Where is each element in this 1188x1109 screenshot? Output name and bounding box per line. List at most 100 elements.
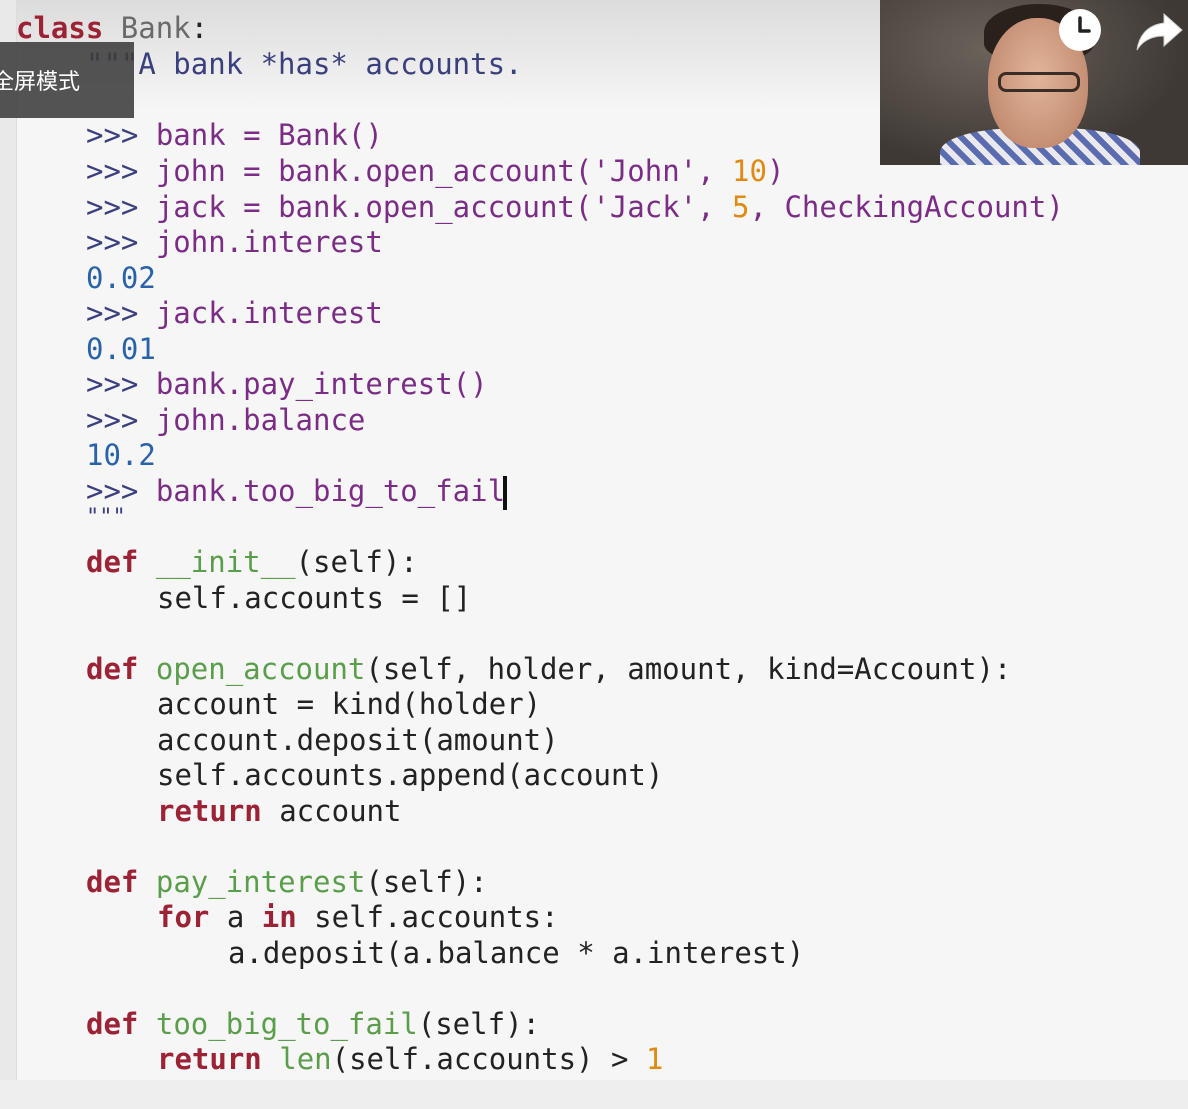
keyword-def: def	[86, 545, 139, 579]
parens: ()	[347, 118, 383, 152]
string: 'John'	[592, 154, 698, 188]
output: 0.01	[86, 332, 156, 366]
code-line-output-3: 10.2	[86, 437, 156, 473]
code-line-doctest-8[interactable]: >>> bank.too_big_to_fail	[86, 473, 508, 510]
function-name: too_big_to_fail	[155, 1007, 418, 1041]
code-line-def-too-big: def too_big_to_fail(self):	[86, 1006, 540, 1042]
code-line-docstring: """A bank *has* accounts.	[86, 46, 523, 82]
text-cursor	[503, 476, 508, 510]
keyword-return: return	[157, 794, 262, 828]
expr: (self.accounts) >	[331, 1042, 646, 1076]
code-line-open-account-1: account = kind(holder)	[157, 686, 541, 722]
code-line-docstring-end: """	[86, 500, 126, 536]
var: john	[155, 154, 226, 188]
prompt: >>>	[86, 225, 156, 259]
expr: john.balance	[155, 403, 366, 437]
call: bank.open_account(	[278, 154, 593, 188]
prompt: >>>	[86, 296, 156, 330]
op: =	[225, 154, 279, 188]
statement: account = kind(holder)	[157, 687, 542, 721]
iterable: self.accounts:	[296, 900, 559, 934]
expr: john.interest	[155, 225, 383, 259]
code-line-def-init: def __init__(self):	[86, 544, 418, 580]
code-line-class: class Bank:	[16, 10, 208, 46]
editor-gutter	[0, 0, 17, 1080]
var: jack	[155, 190, 226, 224]
string: 'Jack'	[592, 190, 698, 224]
output: 10.2	[86, 438, 156, 472]
prompt: >>>	[86, 154, 156, 188]
params: (self, holder, amount, kind=Account):	[365, 652, 1012, 686]
keyword-in: in	[261, 900, 297, 934]
code-line-doctest-5: >>> jack.interest	[86, 295, 383, 331]
params: (self):	[365, 865, 488, 899]
code-line-output-1: 0.02	[86, 260, 156, 296]
code-line-doctest-7: >>> john.balance	[86, 402, 365, 438]
prompt: >>>	[86, 190, 156, 224]
video-frame: class Bank: """A bank *has* accounts. >>…	[0, 0, 1188, 1109]
op: =	[225, 118, 279, 152]
number: 5	[732, 190, 750, 224]
output: 0.02	[86, 261, 156, 295]
number: 10	[732, 154, 767, 188]
params: (self):	[295, 545, 418, 579]
code-line-def-open-account: def open_account(self, holder, amount, k…	[86, 651, 1011, 687]
code-line-doctest-3: >>> jack = bank.open_account('Jack', 5, …	[86, 189, 1064, 225]
statement: self.accounts = []	[157, 581, 472, 615]
docstring-close: """	[86, 505, 126, 530]
code-line-output-2: 0.01	[86, 331, 156, 367]
code-line-too-big-1: return len(self.accounts) > 1	[157, 1041, 663, 1077]
comma: ,	[697, 190, 733, 224]
keyword-class: class	[16, 11, 104, 45]
colon: :	[190, 11, 209, 45]
docstring-text: """A bank *has* accounts.	[86, 47, 523, 81]
params: (self):	[417, 1007, 540, 1041]
paren: )	[1046, 190, 1064, 224]
share-button[interactable]	[1134, 8, 1184, 56]
comma: ,	[749, 190, 785, 224]
keyword-def: def	[86, 865, 139, 899]
code-line-def-pay-interest: def pay_interest(self):	[86, 864, 488, 900]
bottom-band	[0, 1080, 1188, 1109]
op: =	[225, 190, 279, 224]
call: bank.open_account(	[278, 190, 593, 224]
comma: ,	[697, 154, 733, 188]
expr: bank.pay_interest()	[155, 367, 488, 401]
fullscreen-tooltip: 全屏模式	[0, 42, 134, 118]
share-arrow-icon	[1136, 12, 1183, 51]
keyword-return: return	[157, 1042, 262, 1076]
tooltip-text: 全屏模式	[0, 70, 81, 95]
watch-later-button[interactable]	[1058, 8, 1102, 52]
code-line-open-account-2: account.deposit(amount)	[157, 722, 559, 758]
statement: a.deposit(a.balance * a.interest)	[228, 936, 805, 970]
prompt: >>>	[86, 118, 156, 152]
code-line-init-body: self.accounts = []	[157, 580, 471, 616]
return-value: account	[261, 794, 402, 828]
number: 1	[645, 1042, 664, 1076]
code-line-doctest-6: >>> bank.pay_interest()	[86, 366, 488, 402]
code-line-doctest-2: >>> john = bank.open_account('John', 10)	[86, 153, 784, 189]
code-line-doctest-4: >>> john.interest	[86, 224, 383, 260]
code-line-open-account-4: return account	[157, 793, 401, 829]
code-line-pay-interest-2: a.deposit(a.balance * a.interest)	[228, 935, 804, 971]
code-line-doctest-1: >>> bank = Bank()	[86, 117, 383, 153]
paren: )	[766, 154, 785, 188]
class-ref: Bank	[278, 118, 348, 152]
statement: account.deposit(amount)	[157, 723, 559, 757]
keyword-for: for	[157, 900, 210, 934]
class-ref: CheckingAccount	[784, 190, 1047, 224]
keyword-def: def	[86, 652, 139, 686]
code-line-open-account-3: self.accounts.append(account)	[157, 757, 663, 793]
var: bank	[155, 118, 226, 152]
clock-icon	[1059, 9, 1101, 51]
expr: jack.interest	[155, 296, 383, 330]
builtin-len: len	[279, 1042, 332, 1076]
expr: bank.too_big_to_fail	[155, 474, 506, 508]
prompt: >>>	[86, 367, 156, 401]
